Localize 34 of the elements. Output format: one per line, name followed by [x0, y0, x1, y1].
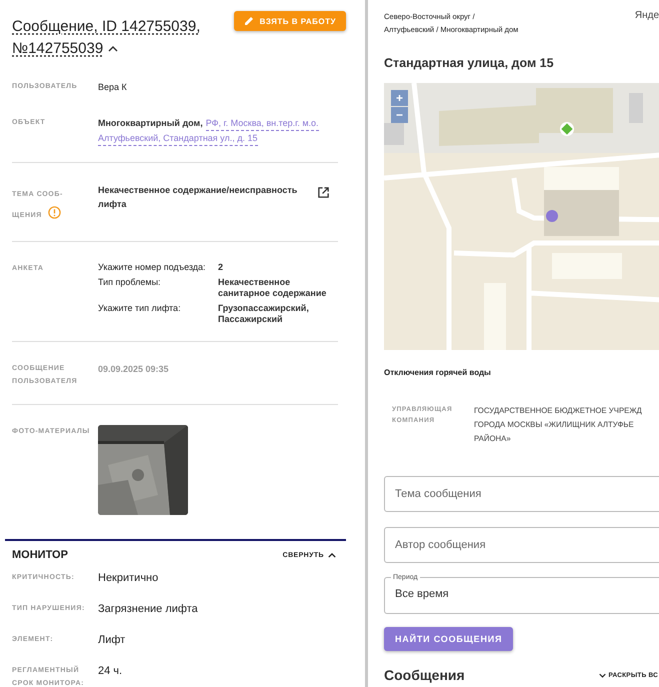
pencil-icon	[244, 16, 254, 26]
find-messages-button[interactable]: НАЙТИ СООБЩЕНИЯ	[384, 627, 514, 651]
field-value: Некритично	[98, 571, 158, 586]
notice-text: Отключения горячей воды	[384, 368, 492, 377]
survey-question: Тип проблемы:	[98, 277, 162, 289]
field-value: Загрязнение лифта	[98, 602, 198, 617]
section-title: МОНИТОР	[12, 549, 68, 561]
corner-text: Янде	[634, 10, 659, 23]
object-type: Многоквартирный дом,	[98, 117, 203, 130]
building-title: Стандартная улица, дом 15	[384, 56, 555, 70]
field-value: 24 ч.	[98, 664, 122, 679]
message-date: 09.09.2025 09:35	[98, 363, 169, 376]
external-link-icon[interactable]	[317, 186, 330, 199]
chevron-icon[interactable]	[108, 46, 118, 52]
input-field[interactable]: Автор сообщения	[384, 527, 659, 563]
user-name: Вера К	[98, 81, 127, 94]
survey-question: Укажите номер подъезда:	[98, 262, 207, 273]
take-to-work-button[interactable]: ВЗЯТЬ В РАБОТУ	[234, 11, 346, 31]
survey-question: Укажите тип лифта:	[98, 303, 182, 315]
chevron-icon	[328, 552, 336, 558]
message-title: №142755039	[12, 39, 104, 59]
message-title: Сообщение, ID 142755039,	[12, 17, 200, 37]
field-value: Лифт	[98, 633, 126, 648]
chevron-icon	[598, 672, 606, 678]
messages-title: Сообщения	[384, 667, 465, 683]
address-link[interactable]: РФ, г. Москва, вн.тер.г. м.о.	[206, 116, 319, 131]
survey-answer: 2	[218, 262, 224, 273]
address-link[interactable]: Алтуфьевский, Стандартная ул., д. 15	[98, 131, 258, 146]
survey-answer: Грузопассажирский, Пассажирский	[218, 303, 310, 325]
zoom-in-button[interactable]: +	[391, 90, 408, 106]
input-field[interactable]: Тема сообщения	[384, 476, 659, 512]
zoom-out-button[interactable]: −	[391, 107, 408, 123]
survey-answer: Некачественное санитарное содержание	[218, 277, 328, 299]
topic-text: Некачественное содержание/неисправность лифта	[98, 184, 298, 211]
